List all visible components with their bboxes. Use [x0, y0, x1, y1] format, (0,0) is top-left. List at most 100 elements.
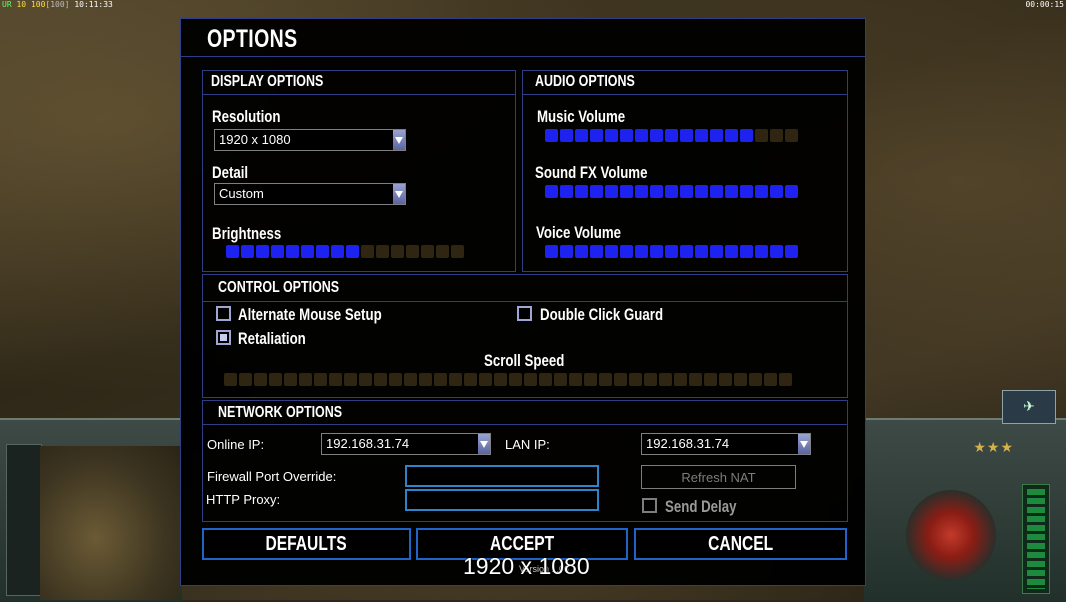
- slider-segment[interactable]: [449, 373, 462, 386]
- slider-segment[interactable]: [554, 373, 567, 386]
- slider-segment[interactable]: [436, 245, 449, 258]
- lan-ip-select[interactable]: 192.168.31.74: [641, 433, 811, 455]
- slider-segment[interactable]: [254, 373, 267, 386]
- slider-segment[interactable]: [704, 373, 717, 386]
- slider-segment[interactable]: [710, 185, 723, 198]
- slider-segment[interactable]: [725, 185, 738, 198]
- slider-segment[interactable]: [560, 185, 573, 198]
- slider-segment[interactable]: [734, 373, 747, 386]
- slider-segment[interactable]: [299, 373, 312, 386]
- firewall-port-input[interactable]: [405, 465, 599, 487]
- slider-segment[interactable]: [359, 373, 372, 386]
- slider-segment[interactable]: [614, 373, 627, 386]
- cancel-button[interactable]: CANCEL: [634, 528, 847, 560]
- slider-segment[interactable]: [635, 185, 648, 198]
- slider-segment[interactable]: [226, 245, 239, 258]
- slider-segment[interactable]: [755, 245, 768, 258]
- chevron-down-icon[interactable]: [393, 130, 405, 150]
- slider-segment[interactable]: [635, 245, 648, 258]
- slider-segment[interactable]: [635, 129, 648, 142]
- slider-segment[interactable]: [659, 373, 672, 386]
- slider-segment[interactable]: [779, 373, 792, 386]
- chevron-down-icon[interactable]: [798, 434, 810, 454]
- slider-segment[interactable]: [590, 185, 603, 198]
- slider-segment[interactable]: [629, 373, 642, 386]
- http-proxy-input[interactable]: [405, 489, 599, 511]
- slider-segment[interactable]: [376, 245, 389, 258]
- slider-segment[interactable]: [575, 129, 588, 142]
- slider-segment[interactable]: [605, 245, 618, 258]
- send-delay-checkbox[interactable]: [642, 498, 657, 513]
- slider-segment[interactable]: [680, 129, 693, 142]
- slider-segment[interactable]: [590, 245, 603, 258]
- slider-segment[interactable]: [770, 129, 783, 142]
- retaliation-checkbox[interactable]: [216, 330, 231, 345]
- detail-select[interactable]: Custom: [214, 183, 406, 205]
- slider-segment[interactable]: [620, 185, 633, 198]
- slider-segment[interactable]: [269, 373, 282, 386]
- slider-segment[interactable]: [695, 129, 708, 142]
- slider-segment[interactable]: [755, 129, 768, 142]
- refresh-nat-button[interactable]: Refresh NAT: [641, 465, 796, 489]
- slider-segment[interactable]: [569, 373, 582, 386]
- slider-segment[interactable]: [725, 245, 738, 258]
- slider-segment[interactable]: [314, 373, 327, 386]
- slider-segment[interactable]: [545, 129, 558, 142]
- slider-segment[interactable]: [284, 373, 297, 386]
- slider-segment[interactable]: [665, 185, 678, 198]
- slider-segment[interactable]: [545, 185, 558, 198]
- sound-fx-volume-slider[interactable]: [545, 185, 798, 198]
- slider-segment[interactable]: [620, 129, 633, 142]
- slider-segment[interactable]: [725, 129, 738, 142]
- slider-segment[interactable]: [451, 245, 464, 258]
- slider-segment[interactable]: [404, 373, 417, 386]
- defaults-button[interactable]: DEFAULTS: [202, 528, 411, 560]
- slider-segment[interactable]: [575, 185, 588, 198]
- slider-segment[interactable]: [680, 185, 693, 198]
- online-ip-select[interactable]: 192.168.31.74: [321, 433, 491, 455]
- slider-segment[interactable]: [644, 373, 657, 386]
- slider-segment[interactable]: [764, 373, 777, 386]
- slider-segment[interactable]: [239, 373, 252, 386]
- slider-segment[interactable]: [331, 245, 344, 258]
- slider-segment[interactable]: [286, 245, 299, 258]
- slider-segment[interactable]: [560, 245, 573, 258]
- slider-segment[interactable]: [494, 373, 507, 386]
- slider-segment[interactable]: [785, 245, 798, 258]
- unit-portrait-icon[interactable]: ✈: [1002, 390, 1056, 424]
- slider-segment[interactable]: [695, 245, 708, 258]
- slider-segment[interactable]: [560, 129, 573, 142]
- chevron-down-icon[interactable]: [478, 434, 490, 454]
- slider-segment[interactable]: [539, 373, 552, 386]
- slider-segment[interactable]: [374, 373, 387, 386]
- slider-segment[interactable]: [524, 373, 537, 386]
- slider-segment[interactable]: [301, 245, 314, 258]
- slider-segment[interactable]: [509, 373, 522, 386]
- slider-segment[interactable]: [479, 373, 492, 386]
- slider-segment[interactable]: [719, 373, 732, 386]
- slider-segment[interactable]: [271, 245, 284, 258]
- slider-segment[interactable]: [389, 373, 402, 386]
- voice-volume-slider[interactable]: [545, 245, 798, 258]
- chevron-down-icon[interactable]: [393, 184, 405, 204]
- slider-segment[interactable]: [599, 373, 612, 386]
- slider-segment[interactable]: [316, 245, 329, 258]
- slider-segment[interactable]: [329, 373, 342, 386]
- slider-segment[interactable]: [421, 245, 434, 258]
- brightness-slider[interactable]: [226, 245, 464, 258]
- slider-segment[interactable]: [680, 245, 693, 258]
- slider-segment[interactable]: [665, 129, 678, 142]
- slider-segment[interactable]: [545, 245, 558, 258]
- slider-segment[interactable]: [740, 245, 753, 258]
- slider-segment[interactable]: [620, 245, 633, 258]
- slider-segment[interactable]: [785, 129, 798, 142]
- slider-segment[interactable]: [650, 185, 663, 198]
- slider-segment[interactable]: [695, 185, 708, 198]
- slider-segment[interactable]: [740, 185, 753, 198]
- scroll-speed-slider[interactable]: [224, 373, 792, 386]
- slider-segment[interactable]: [241, 245, 254, 258]
- slider-segment[interactable]: [665, 245, 678, 258]
- slider-segment[interactable]: [674, 373, 687, 386]
- slider-segment[interactable]: [770, 185, 783, 198]
- slider-segment[interactable]: [434, 373, 447, 386]
